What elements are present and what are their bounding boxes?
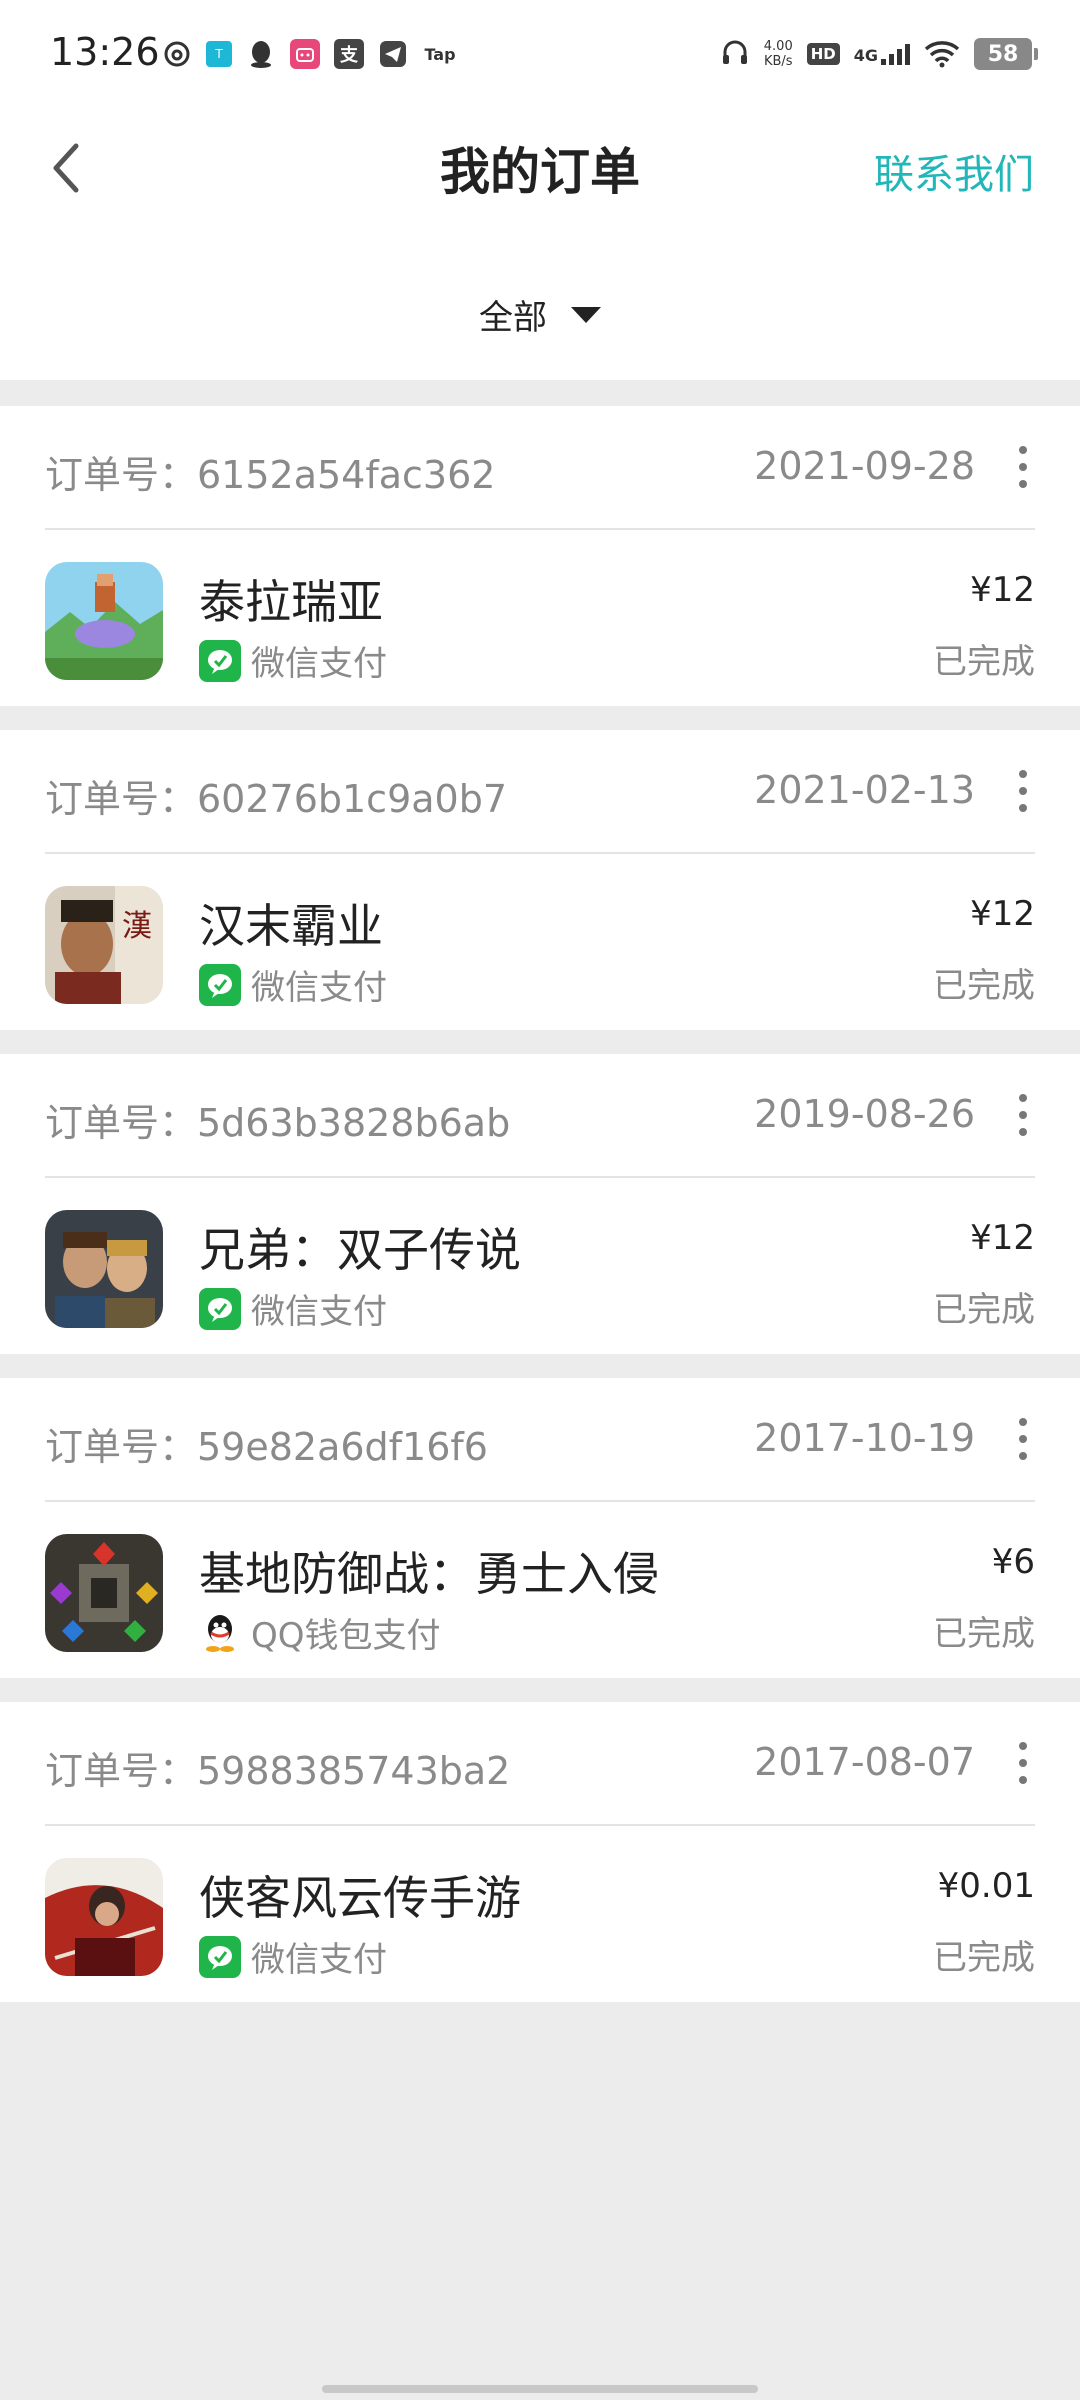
wechat-pay-icon xyxy=(199,963,241,1006)
order-number: 订单号：6152a54fac362 xyxy=(45,453,496,497)
order-filter-dropdown[interactable]: 全部 xyxy=(0,290,1080,339)
game-icon-defender xyxy=(45,1534,163,1652)
game-icon-terraria xyxy=(45,562,163,680)
order-header: 订单号：60276b1c9a0b7 2021-02-13 xyxy=(45,730,1035,854)
order-body: 侠客风云传手游 微信支付 ¥0.01 已完成 xyxy=(45,1826,1035,2002)
payment-label: 微信支付 xyxy=(251,1940,387,1980)
order-list: 订单号：6152a54fac362 2021-09-28 泰拉瑞亚 微信支付 ¥… xyxy=(0,406,1080,2026)
more-options-button[interactable] xyxy=(1011,1738,1035,1788)
order-number: 订单号：59e82a6df16f6 xyxy=(45,1425,488,1469)
alipay-icon: 支 xyxy=(334,39,364,69)
order-date: 2017-10-19 xyxy=(754,1416,975,1460)
filter-selected-label: 全部 xyxy=(479,298,547,338)
order-header: 订单号：6152a54fac362 2021-09-28 xyxy=(45,406,1035,530)
taptap-icon: T xyxy=(206,41,232,67)
order-price: ¥6 xyxy=(991,1542,1035,1582)
home-indicator[interactable] xyxy=(322,2385,758,2393)
order-price: ¥12 xyxy=(970,1218,1035,1258)
telegram-icon xyxy=(378,39,408,69)
order-price: ¥0.01 xyxy=(937,1866,1035,1906)
network-type: 4G xyxy=(853,46,878,65)
order-status: 已完成 xyxy=(933,642,1035,682)
order-date: 2021-09-28 xyxy=(754,444,975,488)
network-speed: 4.00 KB/s xyxy=(764,39,793,69)
caret-down-icon xyxy=(571,306,601,323)
status-bar: 13:26 T 支 Tap 4.00 KB/s HD 4G 58 xyxy=(0,0,1080,110)
order-number: 订单号：5d63b3828b6ab xyxy=(45,1101,511,1145)
order-number: 订单号：60276b1c9a0b7 xyxy=(45,777,508,821)
wechat-pay-icon xyxy=(199,639,241,682)
payment-method: 微信支付 xyxy=(199,960,387,1009)
system-status-icons: 4.00 KB/s HD 4G 58 xyxy=(720,32,1038,76)
order-header: 订单号：59e82a6df16f6 2017-10-19 xyxy=(45,1378,1035,1502)
tap-text-icon: Tap xyxy=(424,44,456,64)
payment-label: 微信支付 xyxy=(251,968,387,1008)
game-name: 侠客风云传手游 xyxy=(199,1871,521,1925)
qq-wallet-icon xyxy=(199,1612,241,1654)
payment-method: 微信支付 xyxy=(199,1284,387,1333)
hd-badge: HD xyxy=(806,43,840,65)
wechat-pay-icon xyxy=(199,1935,241,1978)
headphones-icon xyxy=(720,37,750,71)
order-status: 已完成 xyxy=(933,1614,1035,1654)
more-options-button[interactable] xyxy=(1011,442,1035,492)
order-status: 已完成 xyxy=(933,1290,1035,1330)
more-options-button[interactable] xyxy=(1011,1090,1035,1140)
order-status: 已完成 xyxy=(933,966,1035,1006)
game-name: 兄弟：双子传说 xyxy=(199,1223,521,1277)
network-speed-value: 4.00 xyxy=(763,39,793,54)
order-card[interactable]: 订单号：6152a54fac362 2021-09-28 泰拉瑞亚 微信支付 ¥… xyxy=(0,406,1080,706)
order-status: 已完成 xyxy=(933,1938,1035,1978)
app-header: 我的订单 联系我们 xyxy=(0,110,1080,250)
game-name: 基地防御战：勇士入侵 xyxy=(199,1547,659,1601)
filter-bar: 全部 xyxy=(0,250,1080,380)
game-icon-brothers xyxy=(45,1210,163,1328)
game-name: 汉末霸业 xyxy=(199,899,383,953)
order-card[interactable]: 订单号：5988385743ba2 2017-08-07 侠客风云传手游 微信支… xyxy=(0,1702,1080,2002)
svg-text:漢: 漢 xyxy=(122,909,152,944)
game-icon-xiake-fengyun xyxy=(45,1858,163,1976)
netease-music-icon xyxy=(162,39,192,69)
payment-method: 微信支付 xyxy=(199,1932,387,1981)
order-body: 漢 汉末霸业 微信支付 ¥12 已完成 xyxy=(45,854,1035,1030)
battery-icon: 58 xyxy=(974,38,1038,70)
payment-method: QQ钱包支付 xyxy=(199,1608,441,1657)
order-card[interactable]: 订单号：60276b1c9a0b7 2021-02-13 漢 汉末霸业 微信支付… xyxy=(0,730,1080,1030)
cellular-signal-icon: 4G xyxy=(854,43,910,65)
payment-label: 微信支付 xyxy=(251,1292,387,1332)
payment-method: 微信支付 xyxy=(199,636,387,685)
order-header: 订单号：5988385743ba2 2017-08-07 xyxy=(45,1702,1035,1826)
qq-icon xyxy=(246,39,276,69)
order-card[interactable]: 订单号：59e82a6df16f6 2017-10-19 基地防御战：勇士入侵 xyxy=(0,1378,1080,1678)
order-price: ¥12 xyxy=(970,570,1035,610)
order-body: 基地防御战：勇士入侵 QQ钱包支付 ¥6 已完成 xyxy=(45,1502,1035,1678)
wifi-icon xyxy=(924,41,960,68)
more-options-button[interactable] xyxy=(1011,1414,1035,1464)
order-body: 兄弟：双子传说 微信支付 ¥12 已完成 xyxy=(45,1178,1035,1354)
order-header: 订单号：5d63b3828b6ab 2019-08-26 xyxy=(45,1054,1035,1178)
order-body: 泰拉瑞亚 微信支付 ¥12 已完成 xyxy=(45,530,1035,706)
more-options-button[interactable] xyxy=(1011,766,1035,816)
notification-icons: T 支 Tap xyxy=(162,36,458,72)
game-icon-hanmo-baye: 漢 xyxy=(45,886,163,1004)
network-speed-unit: KB/s xyxy=(763,54,793,69)
order-date: 2019-08-26 xyxy=(754,1092,975,1136)
order-card[interactable]: 订单号：5d63b3828b6ab 2019-08-26 兄弟：双子传说 微信支… xyxy=(0,1054,1080,1354)
order-date: 2017-08-07 xyxy=(754,1740,975,1784)
contact-us-link[interactable]: 联系我们 xyxy=(874,142,1034,200)
status-time: 13:26 xyxy=(50,30,160,74)
order-price: ¥12 xyxy=(970,894,1035,934)
order-date: 2021-02-13 xyxy=(754,768,975,812)
bilibili-icon xyxy=(290,39,320,69)
wechat-pay-icon xyxy=(199,1287,241,1330)
payment-label: QQ钱包支付 xyxy=(251,1616,441,1656)
payment-label: 微信支付 xyxy=(251,644,387,684)
order-number: 订单号：5988385743ba2 xyxy=(45,1749,511,1793)
game-name: 泰拉瑞亚 xyxy=(199,575,383,629)
